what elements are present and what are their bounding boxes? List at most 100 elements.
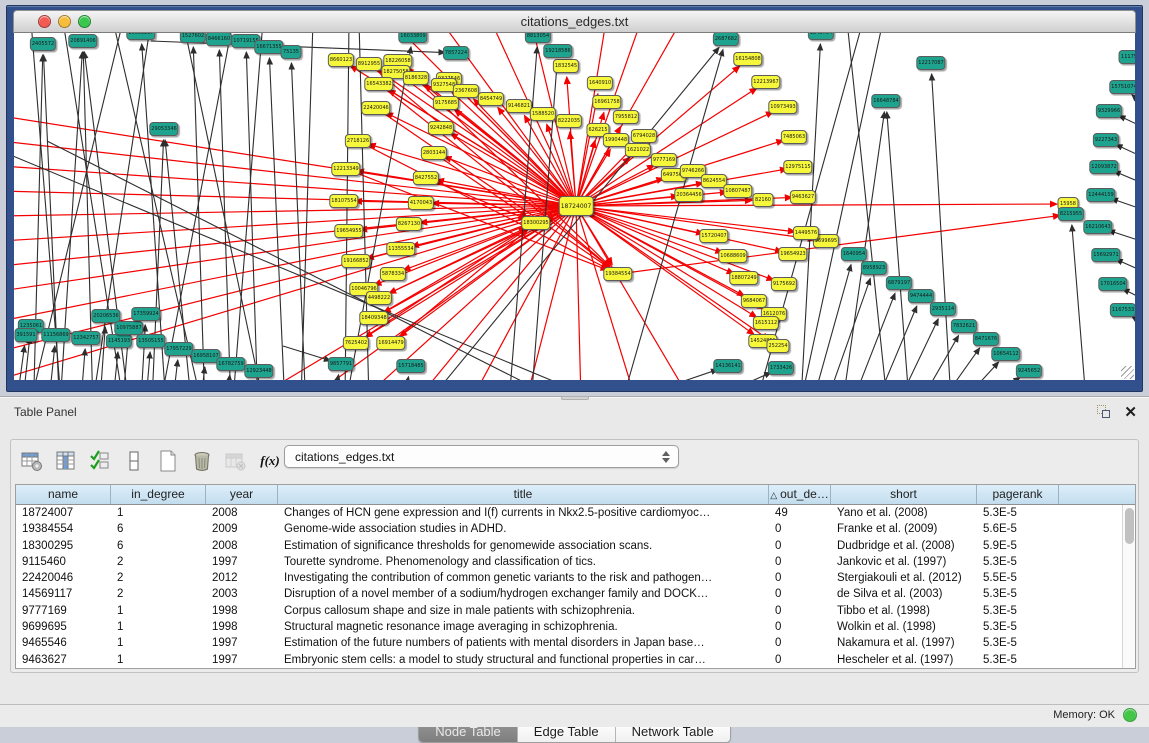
graph-node-yellow[interactable]: 9242848	[428, 121, 454, 135]
graph-node-yellow[interactable]: 1621022	[625, 143, 651, 157]
graph-node-yellow[interactable]: 8222035	[556, 114, 582, 128]
graph-node-yellow[interactable]: 5878334	[380, 267, 406, 281]
graph-node-yellow[interactable]: 9777169	[651, 153, 677, 167]
graph-node-teal[interactable]: 14136141	[713, 359, 742, 373]
float-panel-icon[interactable]	[1096, 404, 1112, 420]
graph-node-yellow[interactable]: 18300295	[521, 216, 550, 230]
graph-node-yellow[interactable]: 4498222	[366, 291, 392, 305]
graph-node-teal[interactable]: 12342757	[71, 331, 100, 345]
graph-node-yellow[interactable]: 7625402	[343, 336, 369, 350]
column-header-short[interactable]: short	[831, 485, 977, 504]
graph-node-yellow[interactable]: 10807487	[723, 184, 752, 198]
graph-node-teal[interactable]: 2935114	[930, 302, 956, 316]
graph-node-yellow[interactable]: 20364456	[674, 188, 703, 202]
graph-node-yellow[interactable]: 12213967	[751, 75, 780, 89]
graph-node-yellow[interactable]: 10688609	[718, 249, 747, 263]
graph-node-teal[interactable]: 10653287	[126, 33, 155, 40]
column-header-name[interactable]: name	[16, 485, 111, 504]
graph-node-teal[interactable]: 11175	[1119, 50, 1136, 64]
window-titlebar[interactable]: citations_edges.txt	[13, 10, 1136, 33]
graph-node-yellow[interactable]: 15720407	[699, 229, 728, 243]
graph-node-teal[interactable]: 7832621	[951, 319, 977, 333]
close-panel-icon[interactable]: ✕	[1124, 405, 1137, 420]
graph-node-yellow[interactable]: 18807249	[729, 271, 758, 285]
table-row[interactable]: 969969511998Structural magnetic resonanc…	[16, 619, 1122, 635]
graph-node-yellow[interactable]: 1832545	[553, 59, 579, 73]
graph-node-teal[interactable]: 1167533	[1110, 303, 1135, 317]
table-row[interactable]: 2242004622012Investigating the contribut…	[16, 570, 1122, 586]
graph-node-yellow[interactable]: 16914479	[376, 336, 405, 350]
graph-node-teal[interactable]: 13505155	[136, 334, 165, 348]
graph-node-teal[interactable]: 10654112	[991, 347, 1020, 361]
graph-node-teal[interactable]: 391591	[14, 328, 37, 342]
graph-node-yellow[interactable]: 16154808	[733, 52, 762, 66]
graph-node-yellow[interactable]: 82160	[753, 193, 774, 207]
splitter-handle[interactable]	[561, 396, 589, 400]
graph-node-teal[interactable]: 12217087	[916, 56, 945, 70]
graph-node-teal[interactable]: 1843704	[808, 33, 834, 40]
graph-node-teal[interactable]: 16033809	[398, 33, 427, 43]
graph-node-teal[interactable]: 8958923	[861, 261, 887, 275]
graph-node-teal[interactable]: 1145193	[106, 334, 132, 348]
graph-node-yellow[interactable]: 12975115	[783, 160, 812, 174]
function-builder-fx-icon[interactable]: f(x)	[257, 448, 283, 474]
graph-node-yellow[interactable]: 9175685	[433, 96, 459, 110]
graph-node-yellow[interactable]: 8912955	[356, 57, 382, 71]
graph-node-yellow[interactable]: 10973493	[768, 100, 797, 114]
graph-node-teal[interactable]: 12923448	[244, 364, 273, 378]
table-row[interactable]: 1938455462009Genome-wide association stu…	[16, 521, 1122, 537]
graph-node-yellow[interactable]: 1588520	[530, 107, 556, 121]
graph-node-yellow[interactable]: 8267130	[396, 217, 422, 231]
graph-node-teal[interactable]: 1640954	[841, 247, 867, 261]
graph-node-yellow[interactable]: 1449576	[793, 226, 819, 240]
graph-node-teal[interactable]: 17957229	[164, 342, 193, 356]
column-header-in_degree[interactable]: in_degree	[111, 485, 206, 504]
graph-node-yellow[interactable]: 1640910	[587, 76, 613, 90]
graph-node-teal[interactable]: 7857224	[443, 46, 469, 60]
graph-node-teal[interactable]: 15692971	[1091, 248, 1120, 262]
column-header-title[interactable]: title	[278, 485, 769, 504]
graph-node-teal[interactable]: 9474444	[908, 289, 934, 303]
graph-node-teal[interactable]: 20891406	[68, 34, 97, 48]
graph-node-teal[interactable]: 8813054	[525, 33, 551, 43]
graph-node-teal[interactable]: 19218586	[543, 44, 572, 58]
graph-node-yellow[interactable]: 19166852	[341, 254, 370, 268]
zoom-window-button[interactable]	[78, 15, 91, 28]
graph-node-yellow[interactable]: 6794028	[631, 129, 657, 143]
graph-node-yellow[interactable]: 12213349	[331, 162, 360, 176]
column-visibility-icon[interactable]	[53, 448, 79, 474]
graph-node-yellow[interactable]: 11355534	[386, 242, 415, 256]
minimize-window-button[interactable]	[58, 15, 71, 28]
graph-node-yellow[interactable]: 4170043	[408, 196, 434, 210]
graph-node-teal[interactable]: 75135	[281, 45, 302, 59]
graph-node-teal[interactable]: 1527602	[180, 33, 206, 43]
column-header-out_de…[interactable]: △out_de…	[769, 485, 831, 504]
graph-node-teal[interactable]: 11156869	[41, 328, 70, 342]
graph-node-teal[interactable]: 16648784	[871, 94, 900, 108]
graph-node-teal[interactable]: 29053346	[149, 122, 178, 136]
graph-node-teal[interactable]: 2405572	[30, 37, 56, 51]
graph-node-teal[interactable]: 9245652	[1016, 364, 1042, 378]
row-height-icon[interactable]	[121, 448, 147, 474]
graph-node-yellow[interactable]: 18107554	[329, 194, 358, 208]
table-row[interactable]: 977716911998Corpus callosum shape and si…	[16, 603, 1122, 619]
network-canvas[interactable]: 1872400786601238912955182260581827505816…	[14, 33, 1135, 380]
selection-mode-icon[interactable]	[87, 448, 113, 474]
graph-node-teal[interactable]: 12444159	[1086, 188, 1115, 202]
graph-node-teal[interactable]: 8471676	[973, 332, 999, 346]
graph-node-teal[interactable]: 2687682	[713, 33, 739, 46]
graph-node-teal[interactable]: 16782759	[216, 357, 245, 371]
graph-node-yellow[interactable]: 8660123	[328, 53, 354, 67]
graph-node-yellow[interactable]: 8454749	[478, 92, 504, 106]
graph-node-yellow[interactable]: 8186328	[403, 71, 429, 85]
graph-node-teal[interactable]: 1733426	[768, 361, 794, 375]
resize-grip-icon[interactable]	[1121, 366, 1134, 379]
graph-node-teal[interactable]: 6879197	[886, 276, 912, 290]
graph-node-yellow[interactable]: 9146821	[506, 99, 532, 113]
graph-node-yellow[interactable]: 1615112	[753, 316, 779, 330]
graph-node-yellow[interactable]: 16961758	[592, 95, 621, 109]
graph-node-teal[interactable]: 12093872	[1089, 160, 1118, 174]
graph-node-teal[interactable]: 17359924	[131, 307, 160, 321]
graph-node-yellow[interactable]: 19384554	[603, 267, 632, 281]
table-row[interactable]: 1456911722003Disruption of a novel membe…	[16, 586, 1122, 602]
